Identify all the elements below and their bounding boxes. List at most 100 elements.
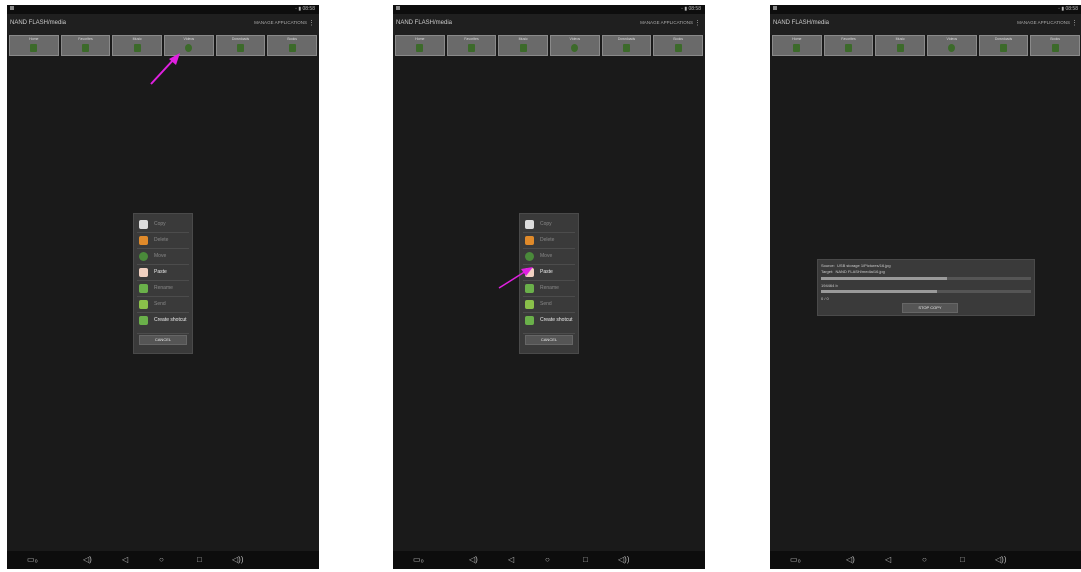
menu-item-send[interactable]: Send (523, 297, 575, 313)
cancel-button[interactable]: CANCEL (139, 335, 187, 345)
menu-label: Move (154, 253, 167, 259)
rename-icon (139, 284, 148, 293)
source-label: Source: (821, 263, 835, 268)
recents-icon[interactable]: □ (960, 555, 965, 564)
tab-favorites[interactable]: Favorites (60, 35, 111, 56)
music-icon (133, 44, 141, 52)
volume-up-icon[interactable]: ◁)) (232, 555, 243, 564)
menu-item-delete[interactable]: Delete (523, 233, 575, 249)
volume-up-icon[interactable]: ◁)) (618, 555, 629, 564)
screenshot-icon[interactable]: ▭₀ (790, 555, 801, 564)
status-bar: ◦ ▮ 08:58 (393, 5, 705, 14)
menu-label: Delete (540, 237, 555, 243)
favorites-icon (468, 44, 475, 52)
recents-icon[interactable]: □ (197, 555, 202, 564)
home-icon[interactable]: ○ (545, 555, 550, 564)
manage-applications-button[interactable]: MANAGE APPLICATIONS (640, 20, 693, 25)
manage-applications-button[interactable]: MANAGE APPLICATIONS (1017, 20, 1070, 25)
tab-books[interactable]: Books (267, 35, 318, 56)
menu-label: Create shotcut (154, 317, 187, 323)
tab-music[interactable]: Music (498, 35, 549, 56)
manage-applications-button[interactable]: MANAGE APPLICATIONS (254, 20, 307, 25)
tab-home[interactable]: Home (9, 35, 59, 56)
tab-label: Books (287, 37, 298, 41)
source-value: USB storage 1/Pictures/16.jpg (837, 263, 891, 268)
tab-label: Favorites (841, 37, 856, 41)
back-icon[interactable]: ◁ (885, 555, 891, 564)
tab-downloads[interactable]: Downloads (601, 35, 652, 56)
menu-label: Move (540, 253, 553, 259)
context-menu: Copy Delete Move Paste Rename Send Creat… (133, 213, 193, 354)
send-icon (139, 300, 148, 309)
tab-downloads[interactable]: Downloads (215, 35, 266, 56)
tab-books[interactable]: Books (1030, 35, 1081, 56)
overflow-menu-icon[interactable]: ⋮ (1071, 19, 1078, 27)
total-progress-bar (821, 290, 1031, 293)
menu-label: Send (540, 301, 552, 307)
status-bar: ◦ ▮ 08:58 (770, 5, 1081, 14)
volume-down-icon[interactable]: ◁) (469, 555, 478, 564)
tab-label: Videos (946, 37, 958, 41)
target-value: NAND FLASH/media/16.jpg (835, 269, 885, 274)
menu-item-delete[interactable]: Delete (137, 233, 189, 249)
menu-item-create-shortcut[interactable]: Create shotcut (523, 313, 575, 334)
volume-down-icon[interactable]: ◁) (83, 555, 92, 564)
favorites-icon (845, 44, 852, 52)
menu-item-create-shortcut[interactable]: Create shotcut (137, 313, 189, 334)
home-icon[interactable]: ○ (159, 555, 164, 564)
annotation-arrow (150, 53, 180, 85)
stop-copy-button[interactable]: STOP COPY (902, 303, 958, 313)
videos-icon (948, 44, 956, 52)
menu-item-rename[interactable]: Rename (137, 281, 189, 297)
copy-progress-dialog: Source: USB storage 1/Pictures/16.jpg Ta… (817, 259, 1035, 316)
paste-icon (139, 268, 148, 277)
menu-item-paste[interactable]: Paste (137, 265, 189, 281)
move-icon (139, 252, 148, 261)
file-progress-bar (821, 277, 1031, 280)
overflow-menu-icon[interactable]: ⋮ (308, 19, 315, 27)
menu-label: Create shotcut (540, 317, 573, 323)
tab-downloads[interactable]: Downloads (978, 35, 1029, 56)
recents-icon[interactable]: □ (583, 555, 588, 564)
menu-label: Copy (154, 221, 166, 227)
menu-item-move[interactable]: Move (137, 249, 189, 265)
back-icon[interactable]: ◁ (122, 555, 128, 564)
back-icon[interactable]: ◁ (508, 555, 514, 564)
menu-label: Delete (154, 237, 169, 243)
menu-item-copy[interactable]: Copy (523, 217, 575, 233)
tab-books[interactable]: Books (653, 35, 704, 56)
delete-icon (525, 236, 534, 245)
screenshot-icon[interactable]: ▭₀ (27, 555, 38, 564)
favorites-icon (82, 44, 89, 52)
tab-home[interactable]: Home (395, 35, 445, 56)
tab-label: Downloads (994, 37, 1013, 41)
notification-icon (396, 6, 400, 10)
action-bar: NAND FLASH/media MANAGE APPLICATIONS ⋮ (7, 14, 319, 35)
tab-home[interactable]: Home (772, 35, 822, 56)
cancel-button[interactable]: CANCEL (525, 335, 573, 345)
home-icon[interactable]: ○ (922, 555, 927, 564)
tab-label: Books (673, 37, 684, 41)
tab-videos[interactable]: Videos (550, 35, 600, 56)
navigation-bar: ▭₀ ◁) ◁ ○ □ ◁)) (770, 551, 1081, 569)
tab-videos[interactable]: Videos (927, 35, 977, 56)
menu-item-send[interactable]: Send (137, 297, 189, 313)
menu-label: Rename (154, 285, 173, 291)
tab-label: Music (895, 37, 905, 41)
notification-icon (773, 6, 777, 10)
tab-favorites[interactable]: Favorites (823, 35, 874, 56)
volume-down-icon[interactable]: ◁) (846, 555, 855, 564)
tab-music[interactable]: Music (875, 35, 926, 56)
videos-icon (571, 44, 579, 52)
source-row: Source: USB storage 1/Pictures/16.jpg (821, 263, 891, 268)
screenshot-icon[interactable]: ▭₀ (413, 555, 424, 564)
tab-favorites[interactable]: Favorites (446, 35, 497, 56)
overflow-menu-icon[interactable]: ⋮ (694, 19, 701, 27)
tab-label: Home (29, 37, 39, 41)
home-icon (30, 44, 38, 52)
tab-label: Downloads (231, 37, 250, 41)
books-icon (288, 44, 296, 52)
menu-item-copy[interactable]: Copy (137, 217, 189, 233)
home-icon (416, 44, 424, 52)
volume-up-icon[interactable]: ◁)) (995, 555, 1006, 564)
